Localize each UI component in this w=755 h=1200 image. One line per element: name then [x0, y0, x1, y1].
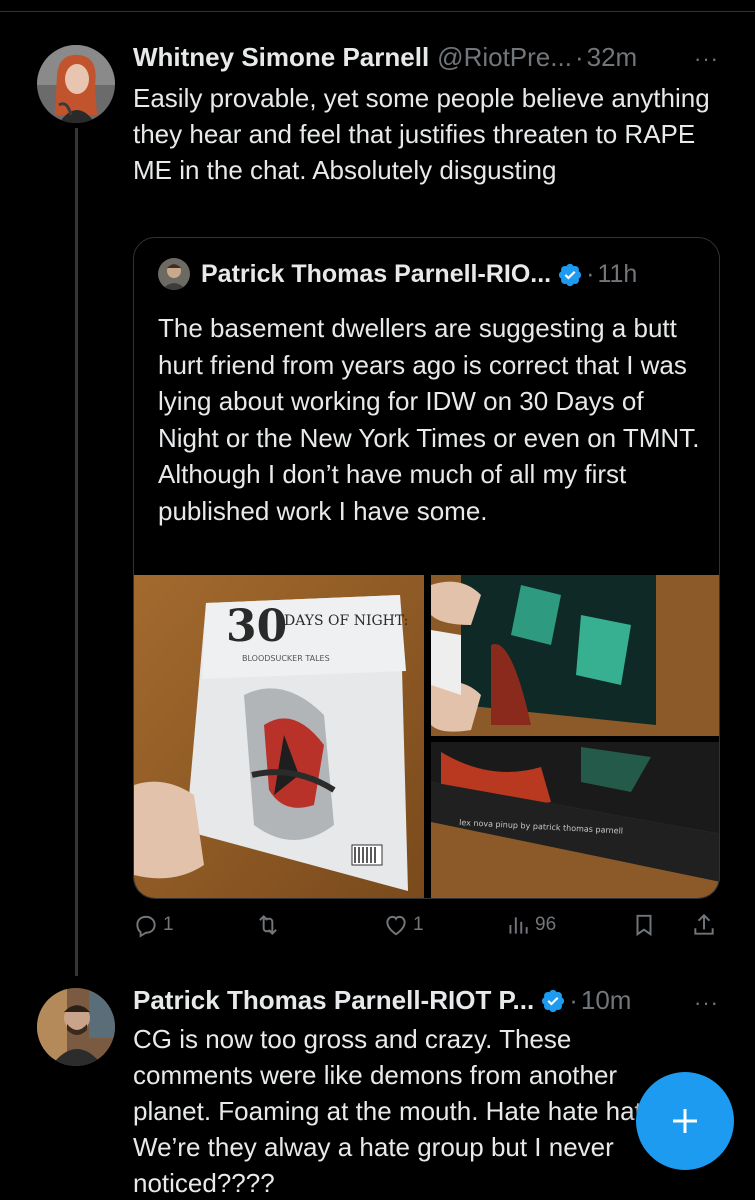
like-button[interactable]: 1: [383, 912, 424, 938]
reply-count: 1: [163, 914, 174, 935]
compose-button[interactable]: [636, 1072, 734, 1170]
post2-author-name[interactable]: Patrick Thomas Parnell-RIOT P...: [133, 985, 534, 1016]
repost-icon: [259, 914, 277, 936]
quoted-author-name: Patrick Thomas Parnell-RIO...: [201, 260, 552, 288]
reply-button[interactable]: 1: [133, 912, 174, 938]
quoted-separator: ·: [586, 260, 595, 288]
thread-connector-line: [75, 128, 78, 976]
pinup-caption-photo[interactable]: lex nova pinup by patrick thomas parnell: [431, 742, 719, 898]
post1-separator: ·: [574, 42, 584, 72]
verified-badge-icon: [540, 988, 566, 1014]
avatar-whitney[interactable]: [37, 45, 115, 123]
repost-button[interactable]: [255, 912, 285, 938]
quoted-media-grid[interactable]: 30 DAYS OF NIGHT: BLOODSUCKER TALES lex …: [134, 575, 719, 898]
avatar-patrick[interactable]: [37, 988, 115, 1066]
views-icon: [509, 917, 528, 934]
verified-badge-icon: [557, 262, 583, 288]
comic-cover-photo[interactable]: 30 DAYS OF NIGHT: BLOODSUCKER TALES: [134, 575, 424, 898]
views-button[interactable]: 96: [505, 912, 556, 938]
post1-timestamp[interactable]: 32m: [587, 42, 638, 73]
quoted-header: Patrick Thomas Parnell-RIO... · 11h: [201, 260, 637, 289]
post1-author-handle[interactable]: @RiotPre...: [437, 42, 572, 73]
quoted-author-avatar: [158, 258, 190, 290]
quoted-text: The basement dwellers are suggesting a b…: [158, 313, 700, 526]
post1-text: Easily provable, yet some people believe…: [133, 83, 710, 185]
compose-plus-icon: [673, 1109, 697, 1133]
quoted-post[interactable]: Patrick Thomas Parnell-RIO... · 11h The …: [133, 237, 720, 899]
pinup-closeup-photo[interactable]: [431, 575, 719, 736]
bookmark-icon: [636, 914, 652, 937]
post2-more-icon[interactable]: ···: [694, 990, 719, 1016]
comic-title-number: 30: [226, 601, 287, 652]
bookmark-button[interactable]: [631, 912, 657, 938]
post1-action-bar: 1 1 96: [133, 908, 723, 948]
share-button[interactable]: [691, 912, 717, 938]
reply-icon: [136, 915, 156, 938]
post1-author-name[interactable]: Whitney Simone Parnell: [133, 42, 429, 73]
like-icon: [386, 915, 406, 936]
like-count: 1: [413, 914, 424, 935]
share-icon: [694, 913, 714, 935]
post2-timestamp[interactable]: 10m: [581, 985, 632, 1016]
post1-more-icon[interactable]: ···: [694, 46, 719, 72]
post2-header: Patrick Thomas Parnell-RIOT P... · 10m: [133, 985, 631, 1016]
comic-subtitle: BLOODSUCKER TALES: [242, 654, 330, 663]
top-divider: [0, 0, 755, 12]
post2-separator: ·: [569, 985, 578, 1015]
post1-header: Whitney Simone Parnell @RiotPre... · 32m: [133, 42, 637, 73]
views-count: 96: [535, 914, 557, 935]
post2-text: CG is now too gross and crazy. These com…: [133, 1024, 664, 1198]
comic-title-text: DAYS OF NIGHT:: [284, 613, 408, 629]
quoted-timestamp: 11h: [597, 260, 638, 288]
